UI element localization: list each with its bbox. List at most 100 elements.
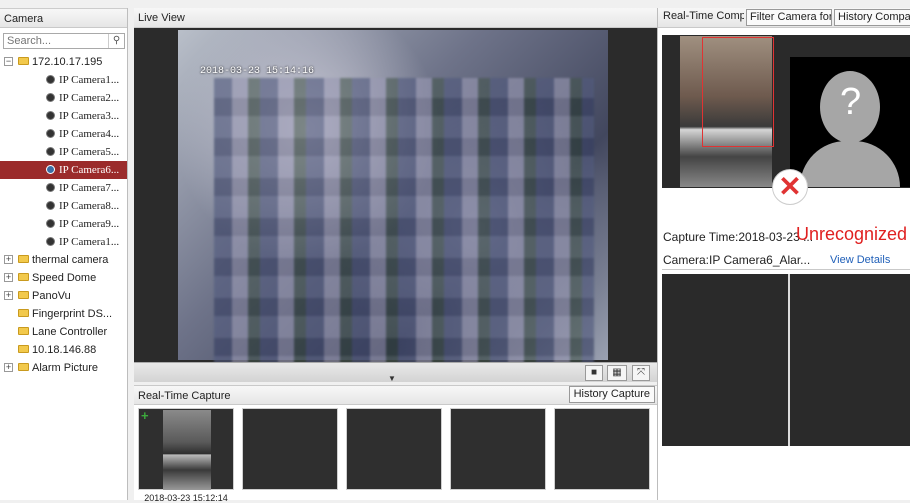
camera-icon (46, 237, 55, 246)
camera-icon (46, 75, 55, 84)
folder-icon (18, 345, 29, 353)
capture-thumbnail-empty[interactable] (346, 408, 442, 490)
layout-icon[interactable]: ▦ (607, 365, 627, 381)
unknown-person-placeholder: ? (790, 57, 910, 187)
tree-item-label: Speed Dome (32, 272, 97, 284)
camera-icon (46, 201, 55, 210)
tree-item-label: Alarm Picture (32, 362, 99, 374)
tree-item-label: PanoVu (32, 290, 71, 302)
live-view-title: Live View (134, 8, 657, 28)
face-comparison-view: ? ✕ (662, 35, 910, 205)
tree-item-label: IP Camera3... (59, 110, 120, 122)
tree-folder-item[interactable]: + PanoVu (0, 287, 127, 305)
tree-folder-item[interactable]: + Alarm Picture (0, 359, 127, 377)
face-detection-box (702, 37, 774, 147)
tree-item-label: IP Camera5... (59, 146, 120, 158)
folder-icon (18, 309, 29, 317)
tree-camera-item[interactable]: IP Camera5... (0, 143, 127, 161)
tree-item-label: IP Camera9... (59, 218, 120, 230)
camera-icon (46, 129, 55, 138)
tree-folder-item[interactable]: − 172.10.17.195 (0, 53, 127, 71)
tab-filter-camera[interactable]: Filter Camera for ... (746, 9, 832, 26)
camera-tree: − 172.10.17.195 IP Camera1... IP Camera2...… (0, 53, 127, 377)
tree-item-label: Lane Controller (32, 326, 108, 338)
comparison-panel: Real-Time Comp... Filter Camera for ... … (657, 8, 910, 500)
tree-folder-item[interactable]: Fingerprint DS... (0, 305, 127, 323)
camera-icon (46, 219, 55, 228)
live-view-panel: Live View 2018-03-23 15:14:16 ■ ▦ ⤧ ▼ Re… (134, 8, 657, 503)
folder-icon (18, 363, 29, 371)
tree-item-label: 10.18.146.88 (32, 344, 97, 356)
expand-icon[interactable]: + (4, 273, 13, 282)
expand-icon[interactable]: + (4, 255, 13, 264)
expand-icon[interactable]: + (4, 291, 13, 300)
tab-history-comparison[interactable]: History Compariso (834, 9, 910, 26)
stop-icon[interactable]: ■ (585, 365, 603, 381)
captured-face-image (163, 410, 211, 490)
tree-camera-item[interactable]: IP Camera2... (0, 89, 127, 107)
folder-icon (18, 291, 29, 299)
tree-camera-item[interactable]: IP Camera6... (0, 161, 127, 179)
capture-thumbnail-empty[interactable] (450, 408, 546, 490)
tab-real-time-comparison[interactable]: Real-Time Comp... (660, 9, 744, 26)
camera-panel: Camera ⚲ − 172.10.17.195 IP Camera1... IP C… (0, 8, 128, 500)
tree-camera-item[interactable]: IP Camera1... (0, 233, 127, 251)
tree-folder-item[interactable]: + Speed Dome (0, 269, 127, 287)
thumbnail-time: 2018-03-23 15:12:14 (144, 493, 228, 503)
folder-icon (18, 255, 29, 263)
match-results-grid (662, 274, 910, 446)
mismatch-x-icon: ✕ (772, 169, 808, 205)
tree-camera-item[interactable]: IP Camera9... (0, 215, 127, 233)
capture-time-text: Capture Time:2018-03-23 ... (663, 230, 814, 244)
capture-thumbnail-empty[interactable] (242, 408, 338, 490)
recognition-status: Unrecognized (796, 224, 908, 244)
tree-item-label: IP Camera7... (59, 182, 120, 194)
search-box[interactable]: ⚲ (3, 33, 125, 49)
tree-item-label: IP Camera1... (59, 236, 120, 248)
capture-thumbnails: + 2018-03-23 15:12:14 (134, 405, 657, 503)
tree-folder-item[interactable]: 10.18.146.88 (0, 341, 127, 359)
view-details-link[interactable]: View Details (830, 254, 890, 266)
fullscreen-icon[interactable]: ⤧ (632, 365, 650, 381)
tree-camera-item[interactable]: IP Camera3... (0, 107, 127, 125)
tree-item-label: thermal camera (32, 254, 109, 266)
tree-item-label: IP Camera4... (59, 128, 120, 140)
search-icon[interactable]: ⚲ (108, 34, 124, 48)
camera-icon (46, 93, 55, 102)
tree-item-label: Fingerprint DS... (32, 308, 113, 320)
capture-thumbnail-empty[interactable] (554, 408, 650, 490)
camera-icon (46, 111, 55, 120)
folder-icon (18, 273, 29, 281)
comparison-tabs: Real-Time Comp... Filter Camera for ... … (658, 8, 910, 28)
camera-panel-title: Camera (0, 8, 127, 28)
tree-camera-item[interactable]: IP Camera4... (0, 125, 127, 143)
camera-icon (46, 147, 55, 156)
search-input[interactable] (4, 34, 108, 48)
tree-item-label: IP Camera6... (59, 164, 120, 176)
collapse-icon[interactable]: − (4, 57, 13, 66)
tree-camera-item[interactable]: IP Camera8... (0, 197, 127, 215)
collapse-arrow-icon[interactable]: ▼ (388, 374, 396, 383)
folder-icon (18, 57, 29, 65)
expand-icon[interactable]: + (4, 363, 13, 372)
tree-folder-item[interactable]: Lane Controller (0, 323, 127, 341)
tree-camera-item[interactable]: IP Camera1... (0, 71, 127, 89)
silhouette-body (800, 141, 900, 187)
tree-folder-item[interactable]: + thermal camera (0, 251, 127, 269)
live-video[interactable]: 2018-03-23 15:14:16 (134, 28, 657, 362)
tree-camera-item[interactable]: IP Camera7... (0, 179, 127, 197)
camera-icon (46, 165, 55, 174)
question-mark-icon: ? (840, 81, 862, 123)
tree-item-label: IP Camera2... (59, 92, 120, 104)
video-content-blurred (214, 78, 594, 362)
history-capture-button[interactable]: History Capture (568, 386, 655, 403)
camera-source-text: Camera:IP Camera6_Alar... (663, 253, 811, 267)
tree-item-label: 172.10.17.195 (32, 56, 103, 68)
tree-item-label: IP Camera8... (59, 200, 120, 212)
camera-icon (46, 183, 55, 192)
add-icon[interactable]: + (141, 408, 149, 423)
tree-item-label: IP Camera1... (59, 74, 120, 86)
folder-icon (18, 327, 29, 335)
divider (662, 269, 910, 270)
capture-thumbnail[interactable]: + (138, 408, 234, 490)
